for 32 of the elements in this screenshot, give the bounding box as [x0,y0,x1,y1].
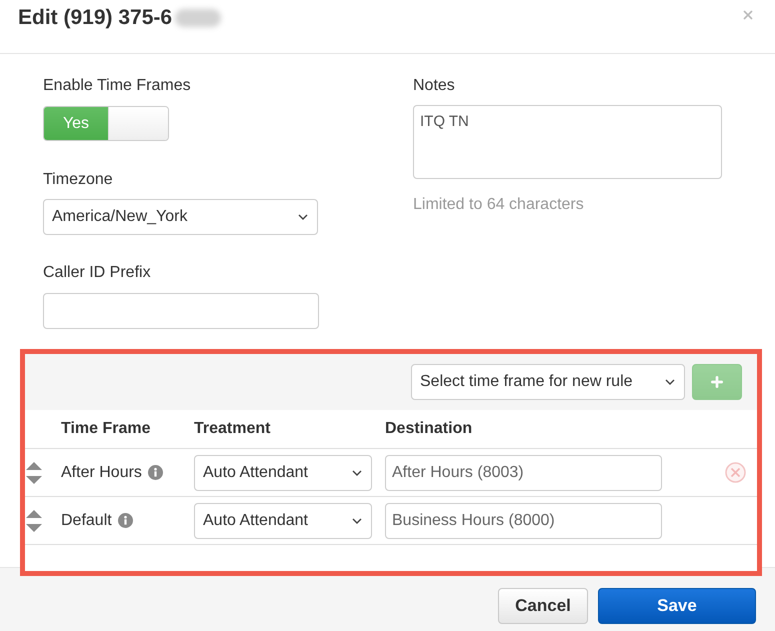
time-frame-select[interactable]: Select time frame for new rule [411,364,685,400]
sort-arrows-icon[interactable] [26,462,42,484]
redaction-blur [175,9,222,27]
notes-field[interactable]: ITQ TN [413,105,722,179]
dialog-title: Edit (919) 375-6 [18,5,172,31]
chevron-down-icon [352,518,362,524]
destination-field[interactable]: After Hours (8003) [385,454,662,490]
sort-arrows-icon[interactable] [26,510,42,532]
save-button[interactable]: Save [598,588,756,624]
treatment-select[interactable]: Auto Attendant [194,502,372,538]
treatment-select[interactable]: Auto Attendant [194,454,372,490]
time-frame-label: After Hours [61,464,142,482]
close-icon[interactable] [741,8,755,22]
destination-field[interactable]: Business Hours (8000) [385,502,662,538]
input-field[interactable] [43,293,319,329]
info-icon[interactable] [118,513,133,528]
field-label: Timezone [43,170,114,190]
help-text: Limited to 64 characters [413,195,585,215]
cancel-button[interactable]: Cancel [498,588,588,624]
info-icon[interactable] [148,465,163,480]
field-label: Enable Time Frames [43,76,192,96]
field-label: Notes [413,76,456,96]
field-label: Caller ID Prefix [43,263,152,283]
timezone-select[interactable]: America/New_York [43,199,318,235]
chevron-down-icon [665,379,675,385]
column-header: Time Frame [61,420,152,438]
column-header: Destination [385,420,474,438]
time-frame-label: Default [61,512,112,530]
plus-icon [709,374,725,390]
chevron-down-icon [352,470,362,476]
chevron-down-icon [298,214,308,220]
column-header: Treatment [194,420,272,438]
